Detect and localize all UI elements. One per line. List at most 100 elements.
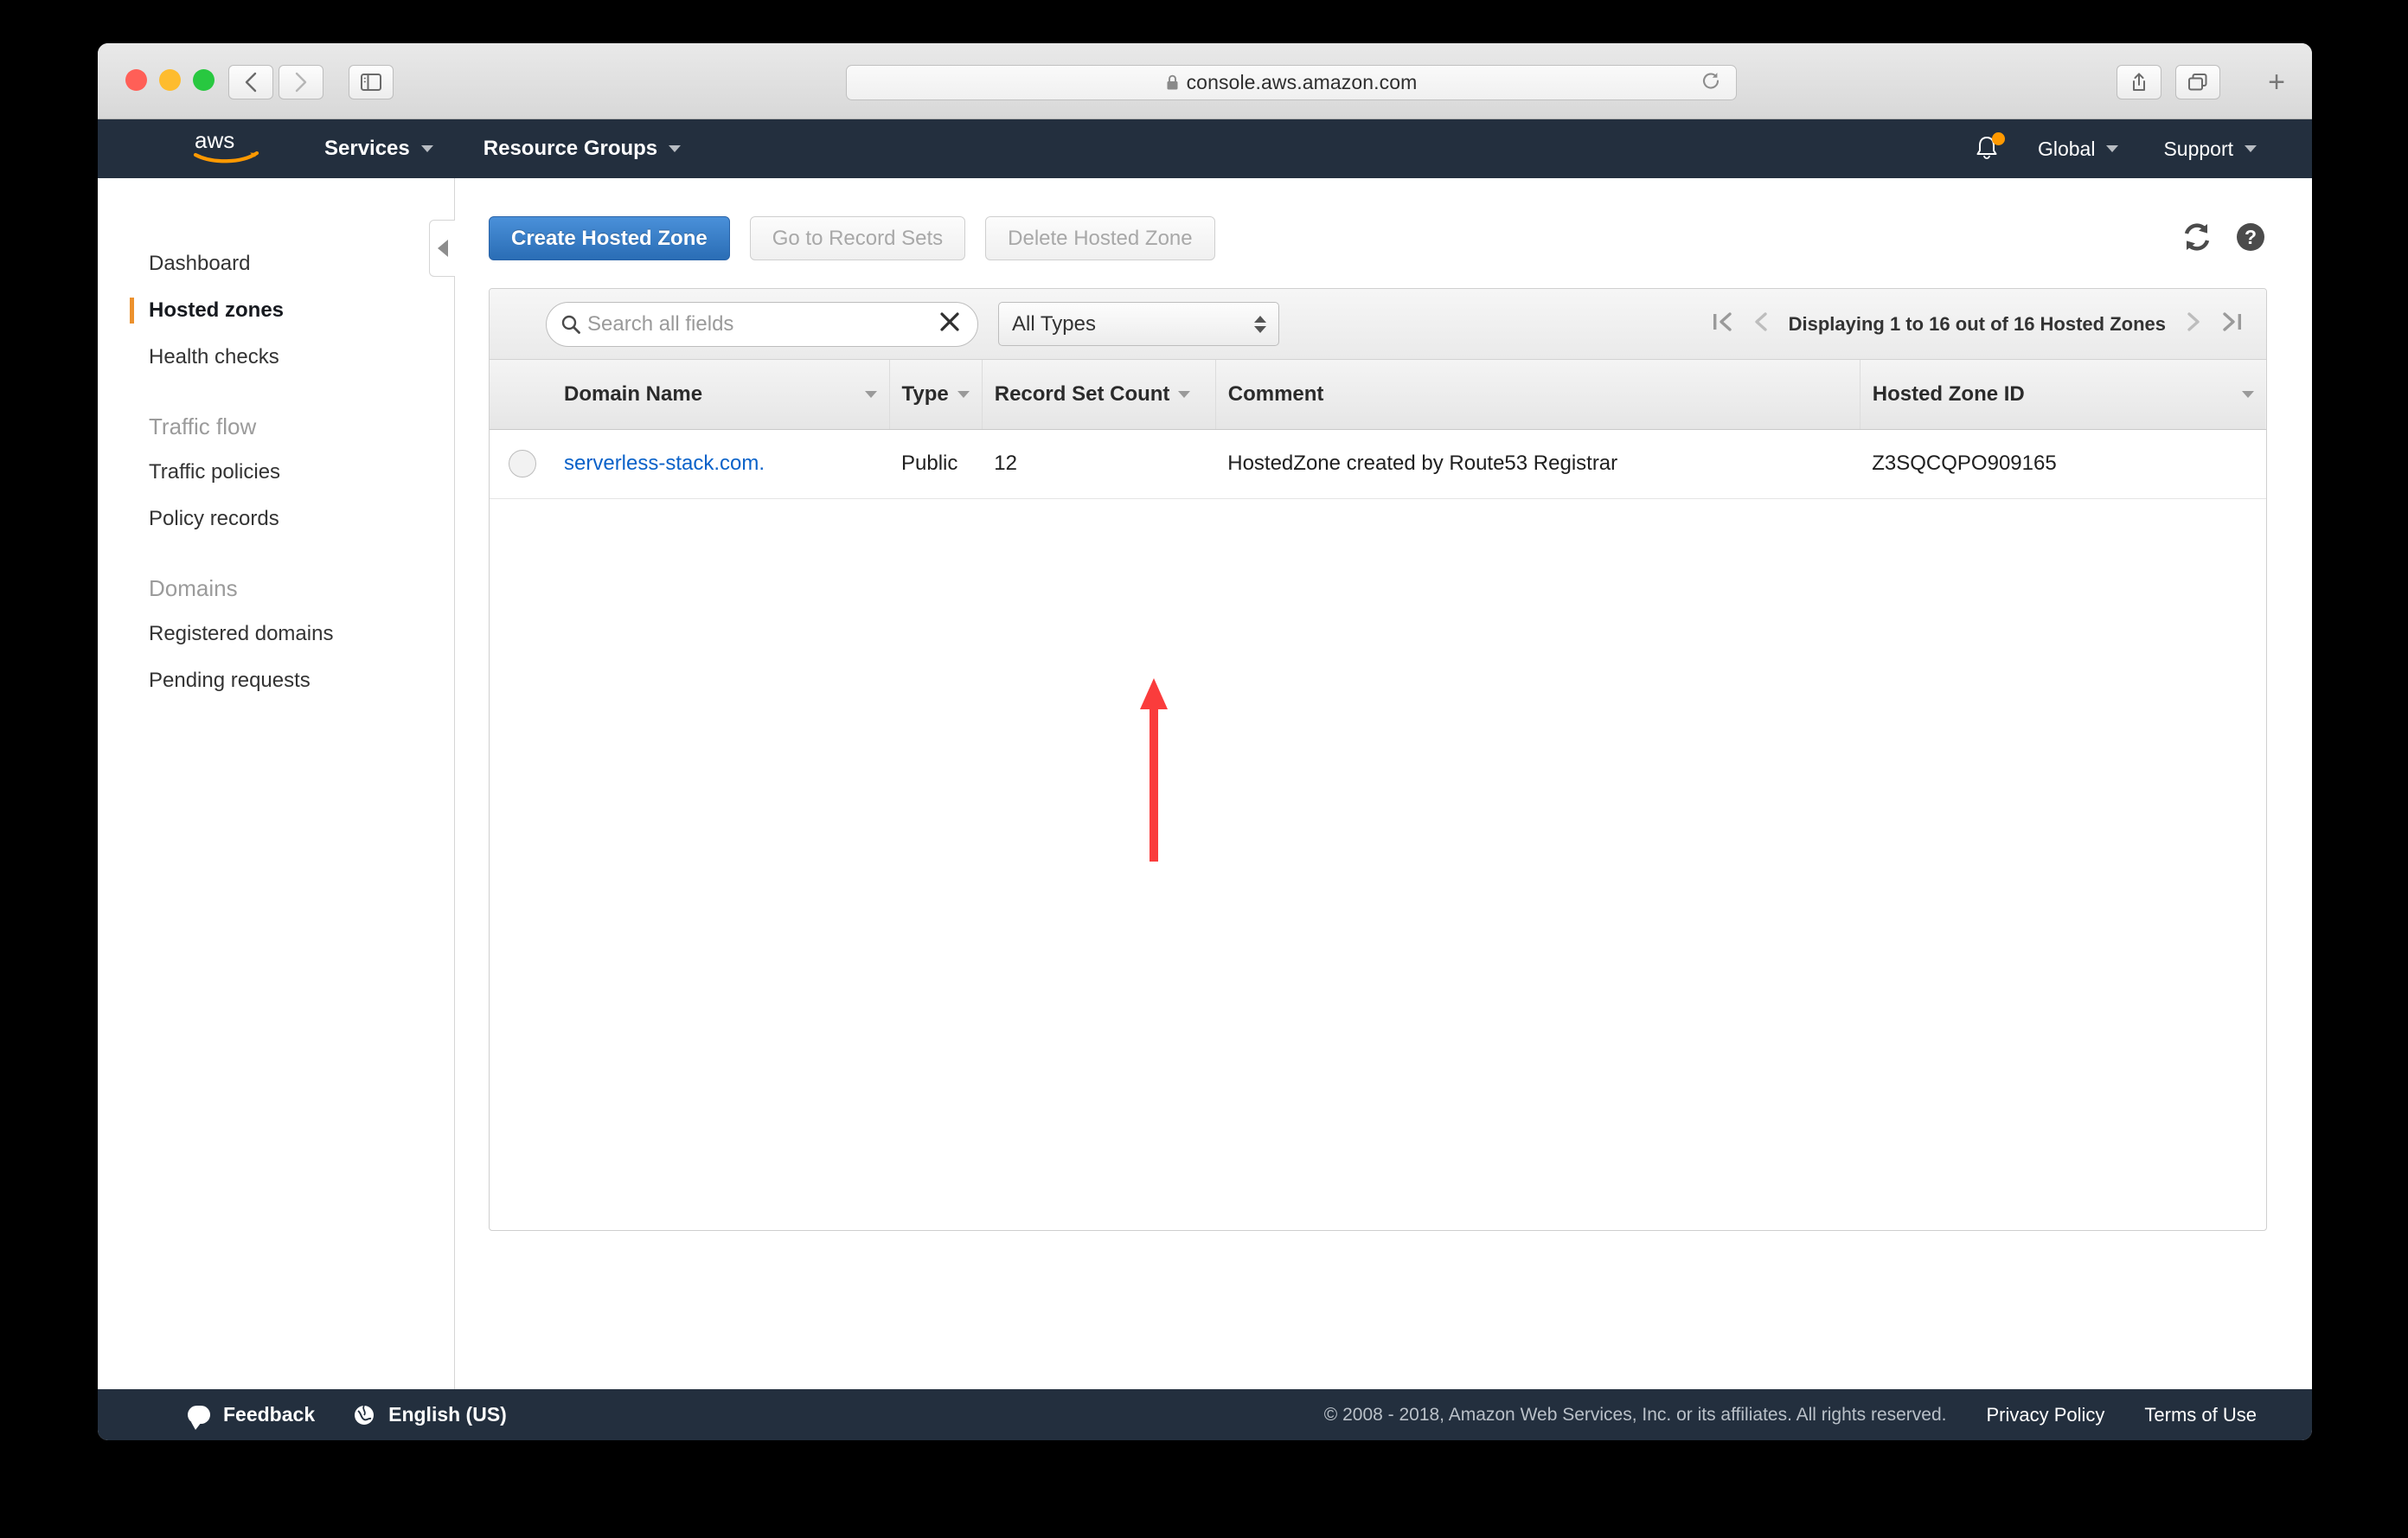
browser-window: console.aws.amazon.com + aws Services Re… bbox=[98, 43, 2312, 1440]
lock-icon bbox=[1167, 74, 1178, 90]
chevron-down-icon bbox=[420, 145, 433, 152]
hosted-zones-table: Domain Name Type Record Set Count Commen… bbox=[490, 360, 2266, 499]
help-button[interactable]: ? bbox=[2234, 221, 2267, 258]
type-filter-select[interactable]: All Types bbox=[998, 302, 1279, 346]
copyright-text: © 2008 - 2018, Amazon Web Services, Inc.… bbox=[1323, 1404, 1947, 1425]
refresh-button[interactable] bbox=[2181, 221, 2213, 258]
back-button[interactable] bbox=[228, 65, 273, 99]
sidebar-item-policy-records[interactable]: Policy records bbox=[98, 496, 454, 542]
share-icon bbox=[2133, 73, 2145, 91]
column-domain-name-label: Domain Name bbox=[564, 381, 703, 406]
aws-global-nav: aws Services Resource Groups Global Supp… bbox=[98, 119, 2312, 178]
sidebar-item-label: Traffic policies bbox=[149, 460, 281, 484]
footer-right-group: © 2008 - 2018, Amazon Web Services, Inc.… bbox=[1324, 1404, 2257, 1426]
go-to-record-sets-button[interactable]: Go to Record Sets bbox=[749, 216, 966, 260]
sidebar-item-hosted-zones[interactable]: Hosted zones bbox=[98, 287, 454, 334]
show-tabs-icon bbox=[2188, 74, 2207, 91]
search-input[interactable]: Search all fields bbox=[546, 301, 978, 347]
column-type-label: Type bbox=[901, 381, 949, 406]
nav-resource-groups[interactable]: Resource Groups bbox=[484, 137, 682, 161]
clear-search-button[interactable] bbox=[938, 311, 961, 338]
column-record-set-count[interactable]: Record Set Count bbox=[982, 360, 1216, 430]
address-bar[interactable]: console.aws.amazon.com bbox=[846, 65, 1737, 100]
nav-region-label: Global bbox=[2037, 137, 2096, 160]
go-to-record-sets-label: Go to Record Sets bbox=[772, 226, 944, 250]
speech-bubble-icon bbox=[188, 1406, 210, 1430]
privacy-policy-link[interactable]: Privacy Policy bbox=[1986, 1404, 2104, 1426]
cell-comment: HostedZone created by Route53 Registrar bbox=[1215, 429, 1860, 499]
language-label: English (US) bbox=[388, 1403, 507, 1426]
delete-hosted-zone-button[interactable]: Delete Hosted Zone bbox=[985, 216, 1215, 260]
nav-region-selector[interactable]: Global bbox=[2037, 137, 2119, 161]
browser-toolbar: console.aws.amazon.com + bbox=[98, 43, 2312, 119]
next-page-icon bbox=[2187, 312, 2200, 331]
first-page-button[interactable] bbox=[1711, 310, 1733, 338]
last-page-icon bbox=[2223, 312, 2241, 331]
sidebar-item-traffic-policies[interactable]: Traffic policies bbox=[98, 449, 454, 496]
prev-page-button[interactable] bbox=[1752, 310, 1770, 338]
search-placeholder: Search all fields bbox=[587, 311, 734, 336]
nav-services[interactable]: Services bbox=[324, 137, 433, 161]
refresh-icon bbox=[2184, 223, 2210, 251]
pagination-status: Displaying 1 to 16 out of 16 Hosted Zone… bbox=[1788, 312, 2166, 335]
show-tabs-button[interactable] bbox=[2175, 65, 2220, 99]
type-filter-value: All Types bbox=[1012, 311, 1096, 336]
notifications-button[interactable] bbox=[1974, 132, 2005, 163]
sidebar-section-traffic-flow: Traffic flow bbox=[149, 413, 257, 439]
close-window-button[interactable] bbox=[125, 69, 147, 91]
main-content: Create Hosted Zone Go to Record Sets Del… bbox=[455, 178, 2312, 1389]
column-type[interactable]: Type bbox=[889, 360, 983, 430]
sidebar-item-label: Health checks bbox=[149, 345, 279, 368]
aws-logo[interactable]: aws bbox=[193, 127, 262, 168]
minimize-window-button[interactable] bbox=[159, 69, 181, 91]
chevron-down-icon bbox=[2106, 145, 2119, 152]
reload-button[interactable] bbox=[1700, 70, 1721, 95]
collapse-sidebar-button[interactable] bbox=[429, 220, 455, 277]
sidebar: Dashboard Hosted zones Health checks Tra… bbox=[98, 178, 455, 1389]
sidebar-item-dashboard[interactable]: Dashboard bbox=[98, 240, 454, 287]
next-page-button[interactable] bbox=[2185, 310, 2202, 338]
language-selector[interactable]: English (US) bbox=[353, 1403, 507, 1426]
address-bar-content: console.aws.amazon.com bbox=[1166, 71, 1418, 94]
share-button[interactable] bbox=[2117, 65, 2161, 99]
select-arrows-icon bbox=[1254, 315, 1266, 333]
table-header-row: Domain Name Type Record Set Count Commen… bbox=[490, 360, 2266, 430]
cell-domain-name: serverless-stack.com. bbox=[552, 429, 889, 499]
globe-icon bbox=[355, 1404, 375, 1425]
last-page-button[interactable] bbox=[2221, 310, 2244, 338]
address-bar-url: console.aws.amazon.com bbox=[1186, 71, 1418, 93]
table-header: Domain Name Type Record Set Count Commen… bbox=[490, 360, 2266, 430]
row-radio-button[interactable] bbox=[509, 450, 536, 477]
column-domain-name[interactable]: Domain Name bbox=[552, 360, 890, 430]
sidebar-item-pending-requests[interactable]: Pending requests bbox=[98, 657, 454, 704]
new-tab-button[interactable]: + bbox=[2257, 62, 2296, 102]
column-hosted-zone-id-label: Hosted Zone ID bbox=[1872, 381, 2025, 406]
sidebar-item-registered-domains[interactable]: Registered domains bbox=[98, 611, 454, 657]
aws-logo-icon: aws bbox=[193, 127, 259, 163]
reload-icon bbox=[1702, 72, 1720, 88]
search-icon bbox=[561, 315, 580, 334]
terms-of-use-link[interactable]: Terms of Use bbox=[2144, 1404, 2257, 1426]
table-row[interactable]: serverless-stack.com. Public 12 HostedZo… bbox=[490, 429, 2266, 499]
nav-support[interactable]: Support bbox=[2163, 138, 2257, 161]
show-sidebar-button[interactable] bbox=[349, 65, 394, 99]
page-footer: Feedback English (US) © 2008 - 2018, Ama… bbox=[98, 1389, 2312, 1440]
sort-caret-icon bbox=[957, 390, 970, 398]
navigation-buttons bbox=[228, 65, 323, 99]
delete-hosted-zone-label: Delete Hosted Zone bbox=[1008, 226, 1193, 250]
maximize-window-button[interactable] bbox=[193, 69, 215, 91]
hosted-zone-link[interactable]: serverless-stack.com. bbox=[564, 452, 765, 475]
column-comment[interactable]: Comment bbox=[1215, 360, 1860, 430]
forward-button[interactable] bbox=[279, 65, 323, 99]
table-body: serverless-stack.com. Public 12 HostedZo… bbox=[490, 429, 2266, 499]
first-page-icon bbox=[1713, 312, 1732, 331]
column-hosted-zone-id[interactable]: Hosted Zone ID bbox=[1860, 360, 2266, 430]
sidebar-toggle-icon bbox=[361, 74, 381, 91]
create-hosted-zone-button[interactable]: Create Hosted Zone bbox=[489, 216, 730, 260]
sidebar-item-label: Pending requests bbox=[149, 669, 311, 692]
browser-right-buttons bbox=[2117, 65, 2220, 99]
footer-left-group: Feedback English (US) bbox=[188, 1403, 507, 1430]
create-hosted-zone-label: Create Hosted Zone bbox=[511, 226, 708, 250]
feedback-button[interactable]: Feedback bbox=[188, 1403, 315, 1430]
sidebar-item-health-checks[interactable]: Health checks bbox=[98, 334, 454, 381]
